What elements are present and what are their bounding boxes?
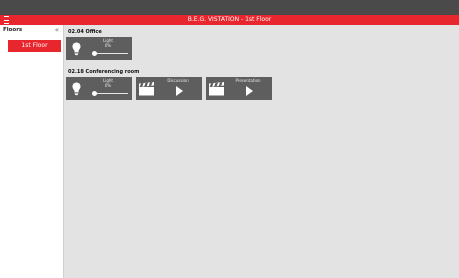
light-slider-knob[interactable] xyxy=(92,91,97,96)
room-title: 02.18 Conferencing room xyxy=(68,69,140,75)
browser-top-strip xyxy=(0,0,459,15)
light-widget: Light 0% xyxy=(66,77,132,100)
scene-label: Discussion xyxy=(167,78,189,83)
scene-label: Presentation xyxy=(235,78,261,83)
main-content: 02.04 Office Light 0% 02.18 Conferencing… xyxy=(64,25,459,278)
scene-widget-discussion[interactable]: Discussion xyxy=(136,77,202,100)
light-slider-track[interactable] xyxy=(94,53,128,54)
light-value: 0% xyxy=(104,43,112,48)
clapperboard-icon xyxy=(139,82,154,96)
scene-widget-presentation[interactable]: Presentation xyxy=(206,77,272,100)
sidebar-title: Floors xyxy=(3,27,23,33)
light-slider-track[interactable] xyxy=(94,93,128,94)
light-slider-knob[interactable] xyxy=(92,51,97,56)
sidebar-header: Floors « xyxy=(0,25,64,37)
light-value: 0% xyxy=(104,83,112,88)
floors-sidebar: Floors « 1st Floor xyxy=(0,25,64,278)
app-header: B.E.G. VISTATION - 1st Floor xyxy=(0,15,459,25)
header-title: B.E.G. VISTATION - 1st Floor xyxy=(187,16,272,23)
clapperboard-icon xyxy=(209,82,224,96)
light-widget: Light 0% xyxy=(66,37,132,60)
play-icon[interactable] xyxy=(176,86,183,96)
double-chevron-left-icon[interactable]: « xyxy=(55,26,59,34)
lightbulb-icon[interactable] xyxy=(68,79,84,98)
room-title: 02.04 Office xyxy=(68,29,102,35)
lightbulb-icon[interactable] xyxy=(68,39,84,58)
play-icon[interactable] xyxy=(246,86,253,96)
sidebar-item-1st-floor[interactable]: 1st Floor xyxy=(8,40,61,52)
